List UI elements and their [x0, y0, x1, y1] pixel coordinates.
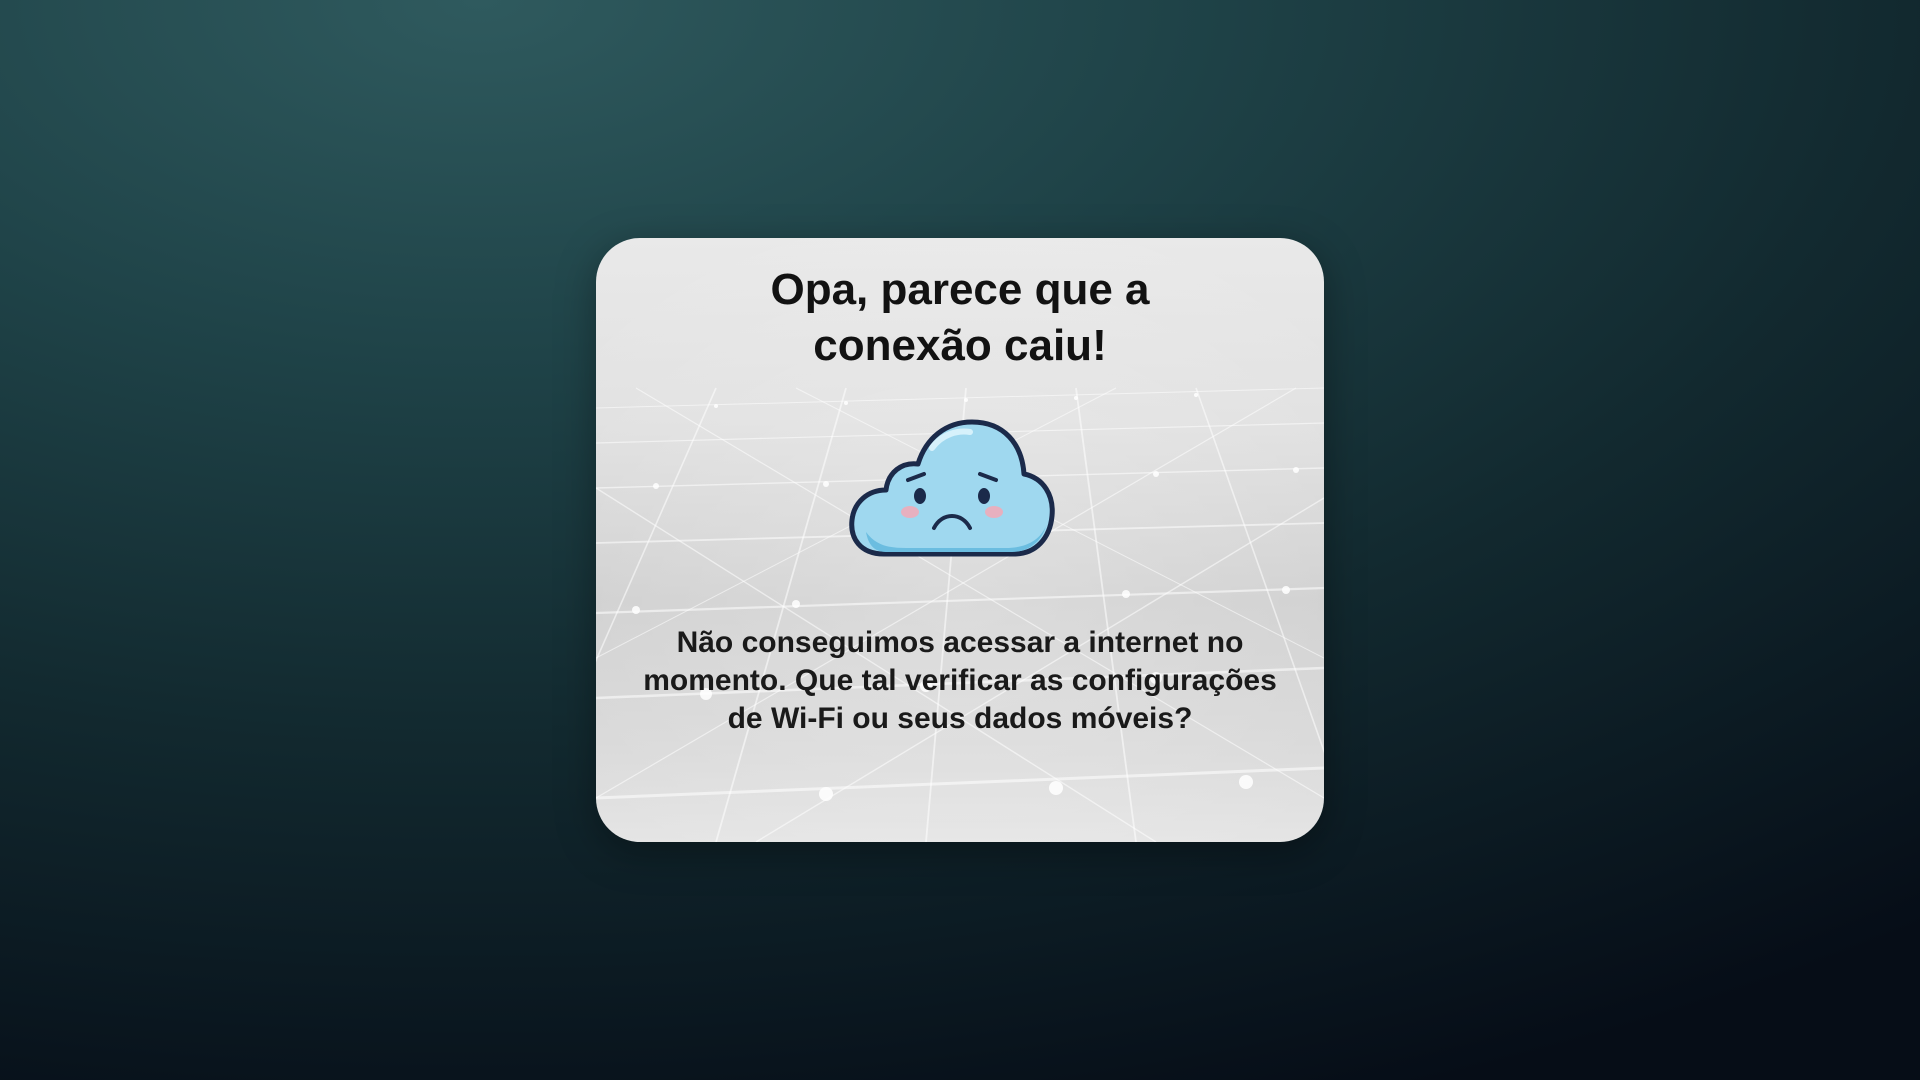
dialog-title: Opa, parece que a conexão caiu! — [596, 262, 1324, 374]
dialog-message-line: de Wi-Fi ou seus dados móveis? — [727, 702, 1193, 735]
sad-cloud-icon — [849, 419, 1055, 557]
dialog-title-line: Opa, parece que a — [770, 265, 1150, 314]
dialog-message: Não conseguimos acessar a internet no mo… — [626, 624, 1294, 738]
offline-dialog: Opa, parece que a conexão caiu! Não cons… — [596, 238, 1324, 842]
dialog-title-line: conexão caiu! — [813, 321, 1107, 370]
dialog-message-line: Não conseguimos acessar a internet no — [676, 626, 1244, 659]
dialog-message-line: momento. Que tal verificar as configuraç… — [643, 664, 1277, 697]
